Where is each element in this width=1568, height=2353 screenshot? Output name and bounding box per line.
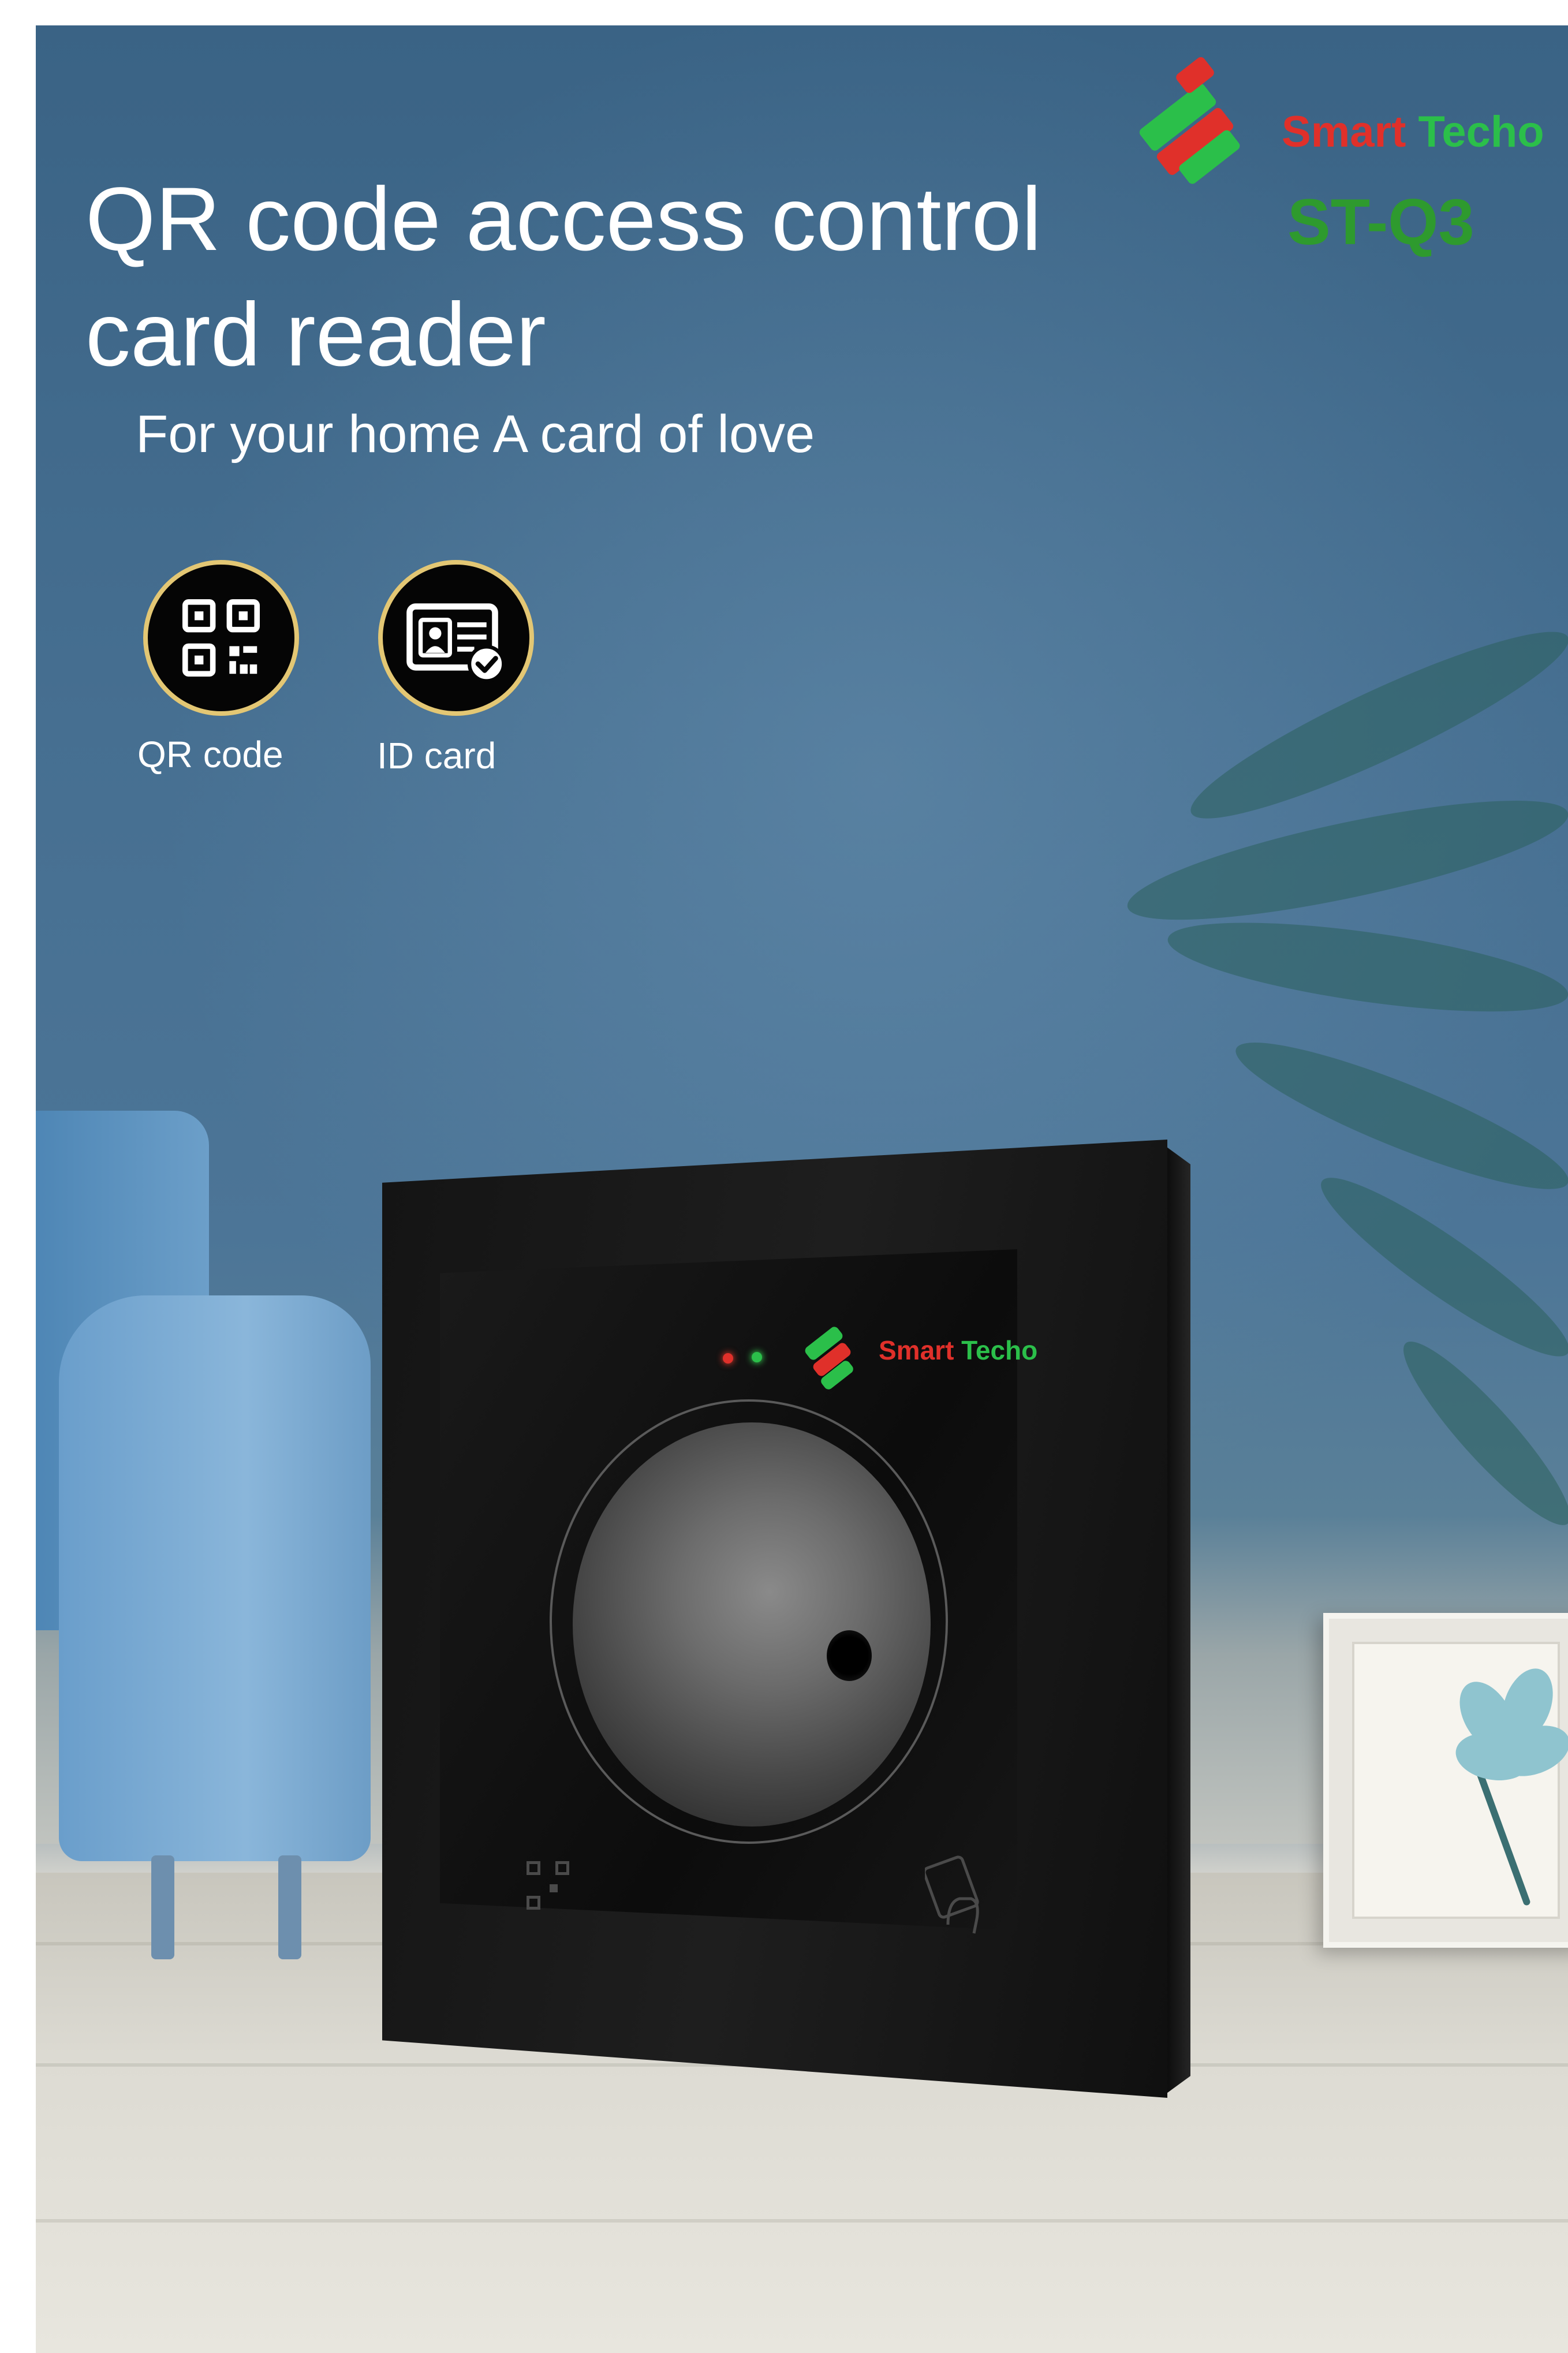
sofa-illustration <box>36 1111 405 1977</box>
page-title-line-2: card reader <box>85 285 546 385</box>
device-brand-logo-icon <box>798 1324 861 1391</box>
page-title-line-1: QR code access control <box>85 169 1042 270</box>
device-brand-name: Smart Techo <box>879 1335 1038 1365</box>
brand-name: Smart Techo <box>1282 107 1544 156</box>
id-card-badge <box>378 560 534 716</box>
model-number: ST-Q3 <box>1287 186 1474 258</box>
led-green-indicator <box>752 1352 762 1362</box>
qr-code-label: QR code <box>137 734 283 775</box>
picture-frame <box>1323 1613 1568 1948</box>
camera-lens <box>827 1630 872 1681</box>
brand-logo-icon <box>1137 55 1253 186</box>
id-card-icon <box>406 603 506 683</box>
id-card-label: ID card <box>377 735 496 776</box>
scanner-window <box>573 1422 931 1827</box>
led-red-indicator <box>723 1353 733 1364</box>
card-tap-area-icon <box>925 1855 979 1934</box>
qr-code-icon <box>182 599 260 677</box>
qr-scan-area-icon <box>527 1861 573 1919</box>
qr-code-badge <box>143 560 299 716</box>
page-subtitle: For your home A card of love <box>136 405 815 464</box>
card-reader-device: Smart Techo <box>382 1140 1190 2109</box>
